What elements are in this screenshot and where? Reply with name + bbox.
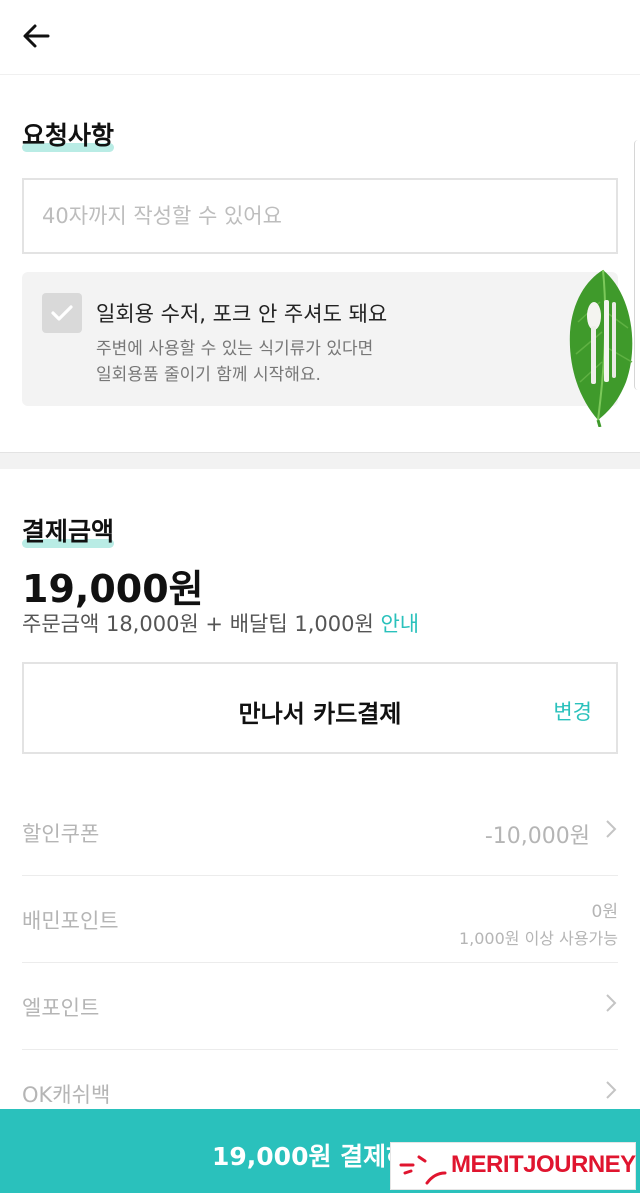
price-breakdown: 주문금액 18,000원 + 배달팁 1,000원 안내 [22, 612, 420, 636]
no-utensils-checkbox[interactable] [42, 293, 82, 333]
chevron-right-icon [606, 1081, 617, 1099]
baemin-points-value: 0원 [591, 902, 618, 922]
leaf-utensils-image [569, 269, 633, 427]
watermark-text: MERITJOURNEY [451, 1151, 636, 1178]
coupon-value: -10,000원 [484, 824, 590, 849]
payment-method-box: 만나서 카드결제 변경 [22, 662, 618, 754]
top-bar [0, 0, 640, 75]
watermark-logo: MERITJOURNEY [390, 1142, 636, 1190]
coupon-label: 할인쿠폰 [22, 822, 100, 846]
watermark-emblem-icon [399, 1155, 447, 1185]
no-utensils-title: 일회용 수저, 포크 안 주셔도 돼요 [96, 302, 388, 326]
no-utensils-description: 주변에 사용할 수 있는 식기류가 있다면 일회용품 줄이기 함께 시작해요. [96, 339, 374, 385]
request-input[interactable] [22, 178, 618, 254]
chevron-right-icon [606, 994, 617, 1012]
checkbox-check-icon [51, 305, 73, 321]
chevron-right-icon [606, 820, 617, 838]
lpoint-label: 엘포인트 [22, 996, 100, 1020]
breakdown-info-link[interactable]: 안내 [380, 612, 419, 636]
request-section-title: 요청사항 [22, 121, 115, 152]
payment-method-label: 만나서 카드결제 [238, 700, 402, 728]
total-amount: 19,000원 [22, 567, 204, 611]
payment-section-title: 결제금액 [22, 517, 115, 548]
okcashbag-label: OK캐쉬백 [22, 1083, 111, 1107]
lpoint-row[interactable]: 엘포인트 [22, 962, 618, 1050]
baemin-points-label: 배민포인트 [22, 909, 119, 933]
change-payment-method-button[interactable]: 변경 [553, 696, 592, 726]
coupon-row[interactable]: 할인쿠폰 -10,000원 [22, 788, 618, 876]
scroll-indicator [634, 140, 639, 390]
baemin-points-row[interactable]: 배민포인트 0원 1,000원 이상 사용가능 [22, 875, 618, 963]
baemin-points-note: 1,000원 이상 사용가능 [458, 929, 618, 948]
back-arrow-icon[interactable] [18, 18, 54, 54]
no-utensils-option[interactable]: 일회용 수저, 포크 안 주셔도 돼요 주변에 사용할 수 있는 식기류가 있다… [22, 272, 618, 406]
section-divider [0, 452, 640, 469]
